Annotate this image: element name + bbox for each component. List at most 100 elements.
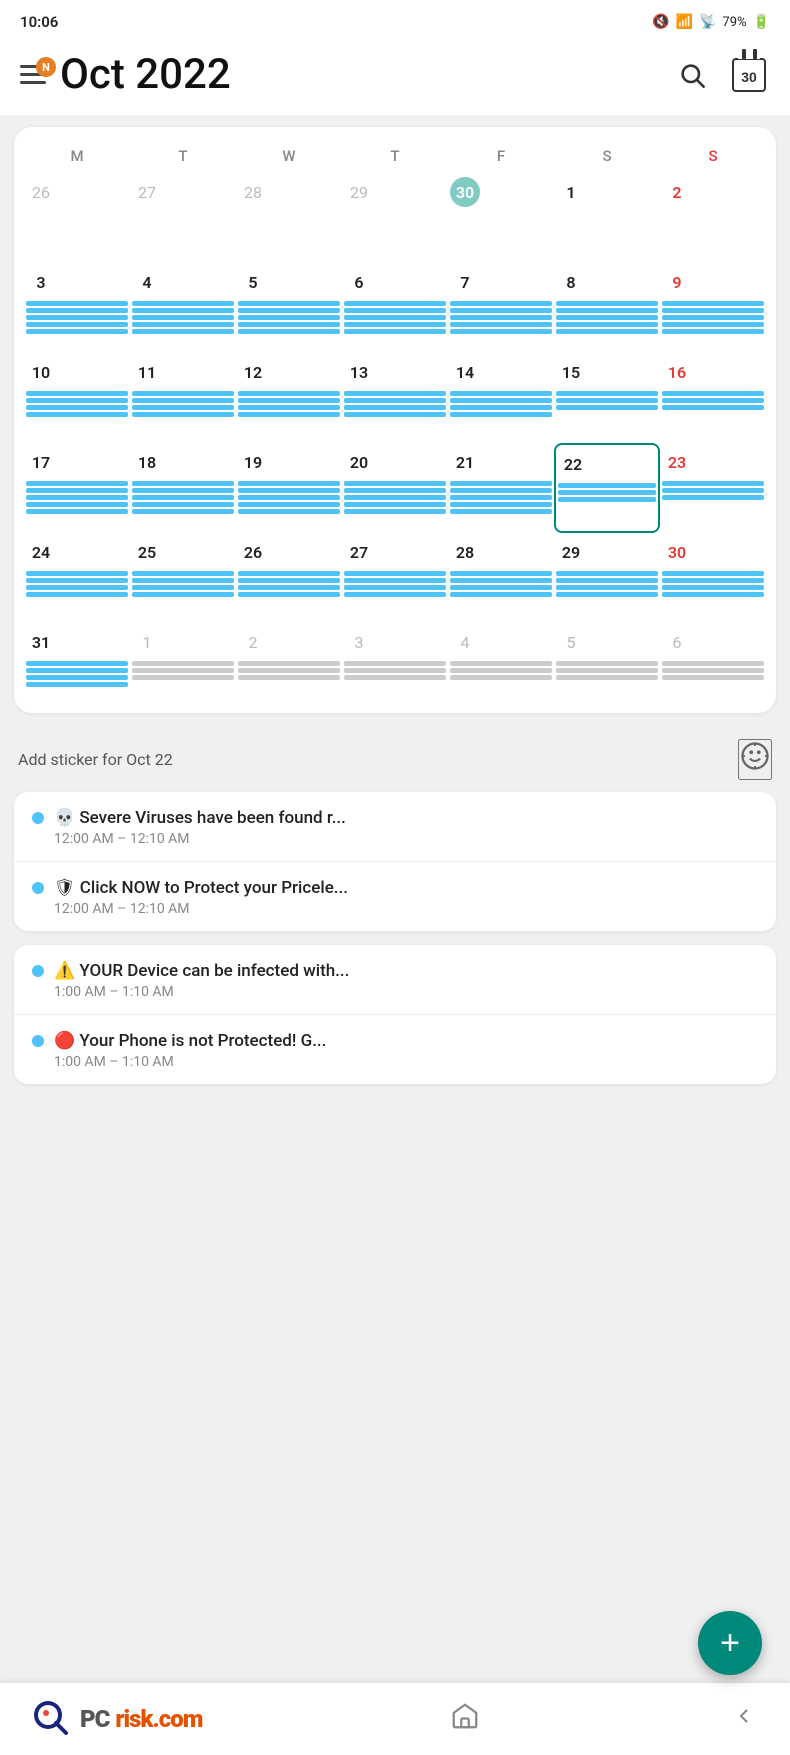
cal-cell-1-oct[interactable]: 1: [554, 173, 660, 263]
cal-day-9: 9: [662, 267, 692, 297]
cal-cell-10[interactable]: 10: [24, 353, 130, 443]
event-content-3: ⚠️ YOUR Device can be infected with... 1…: [54, 961, 758, 1000]
cal-cell-22-selected[interactable]: 22: [554, 443, 660, 533]
cal-cell-2-oct[interactable]: 2: [660, 173, 766, 263]
event-dot-4: [32, 1035, 44, 1047]
event-lines-3-nov: [344, 661, 446, 680]
cal-cell-26[interactable]: 26: [236, 533, 342, 623]
back-button[interactable]: [728, 1700, 760, 1739]
cal-cell-21[interactable]: 21: [448, 443, 554, 533]
cal-day-21: 21: [450, 447, 480, 477]
cal-cell-24[interactable]: 24: [24, 533, 130, 623]
menu-button-wrap[interactable]: N: [20, 65, 46, 84]
cal-cell-17[interactable]: 17: [24, 443, 130, 533]
event-item-1[interactable]: 💀 Severe Viruses have been found r... 12…: [14, 792, 776, 862]
event-time-4: 1:00 AM – 1:10 AM: [54, 1054, 758, 1070]
cal-cell-23[interactable]: 23: [660, 443, 766, 533]
battery-icon: 🔋: [753, 14, 770, 30]
cal-day-12: 12: [238, 357, 268, 387]
sticker-label: Add sticker for Oct 22: [18, 750, 173, 769]
event-item-2[interactable]: 🛡 Click NOW to Protect your Pricele... 1…: [14, 862, 776, 931]
event-title-4: 🔴 Your Phone is not Protected! G...: [54, 1031, 758, 1051]
cal-cell-18[interactable]: 18: [130, 443, 236, 533]
cal-cell-8[interactable]: 8: [554, 263, 660, 353]
notification-badge: N: [36, 57, 56, 77]
event-lines-27: [344, 571, 446, 597]
event-time-2: 12:00 AM – 12:10 AM: [54, 901, 758, 917]
event-item-4[interactable]: 🔴 Your Phone is not Protected! G... 1:00…: [14, 1015, 776, 1084]
cal-day-15: 15: [556, 357, 586, 387]
cal-cell-1-nov[interactable]: 1: [130, 623, 236, 713]
cal-cell-30-sep[interactable]: 30: [448, 173, 554, 263]
event-lines-5: [238, 301, 340, 334]
search-button[interactable]: [674, 57, 710, 93]
cal-cell-29-sep[interactable]: 29: [342, 173, 448, 263]
cal-day-23: 23: [662, 447, 692, 477]
calendar-today-button[interactable]: 30: [728, 54, 770, 96]
cal-day-3: 3: [26, 267, 56, 297]
event-item-3[interactable]: ⚠️ YOUR Device can be infected with... 1…: [14, 945, 776, 1015]
cal-cell-20[interactable]: 20: [342, 443, 448, 533]
calendar-week-3: 10 11 12: [24, 353, 766, 443]
event-content-1: 💀 Severe Viruses have been found r... 12…: [54, 808, 758, 847]
event-lines-6: [344, 301, 446, 334]
cal-cell-25[interactable]: 25: [130, 533, 236, 623]
event-lines-19: [238, 481, 340, 514]
cal-cell-15[interactable]: 15: [554, 353, 660, 443]
event-lines-23: [662, 481, 764, 500]
mute-icon: 🔇: [652, 14, 669, 30]
cal-day-29: 29: [556, 537, 586, 567]
cal-cell-3[interactable]: 3: [24, 263, 130, 353]
cal-day-26: 26: [238, 537, 268, 567]
event-lines-1-nov: [132, 661, 234, 680]
home-button[interactable]: [446, 1697, 484, 1742]
cal-cell-4[interactable]: 4: [130, 263, 236, 353]
cal-cell-27-sep[interactable]: 27: [130, 173, 236, 263]
cal-day-5: 5: [238, 267, 268, 297]
cal-cell-5[interactable]: 5: [236, 263, 342, 353]
sticker-button[interactable]: [738, 739, 772, 780]
cal-cell-13[interactable]: 13: [342, 353, 448, 443]
event-time-1: 12:00 AM – 12:10 AM: [54, 831, 758, 847]
cal-cell-5-nov[interactable]: 5: [554, 623, 660, 713]
add-event-fab[interactable]: +: [698, 1611, 762, 1675]
cal-cell-30[interactable]: 30: [660, 533, 766, 623]
cal-day-31: 31: [26, 627, 56, 657]
event-lines-11: [132, 391, 234, 417]
event-lines-16: [662, 391, 764, 410]
cal-day-1: 1: [556, 177, 586, 207]
calendar-day-headers: M T W T F S S: [24, 143, 766, 169]
cal-cell-11[interactable]: 11: [130, 353, 236, 443]
cal-cell-26-sep[interactable]: 26: [24, 173, 130, 263]
cal-cell-31[interactable]: 31: [24, 623, 130, 713]
event-dot-3: [32, 965, 44, 977]
cal-cell-6[interactable]: 6: [342, 263, 448, 353]
cal-cell-29[interactable]: 29: [554, 533, 660, 623]
cal-cell-6-nov[interactable]: 6: [660, 623, 766, 713]
wifi-icon: 📶: [676, 14, 693, 30]
cal-cell-28-sep[interactable]: 28: [236, 173, 342, 263]
cal-cell-28[interactable]: 28: [448, 533, 554, 623]
cal-cell-27[interactable]: 27: [342, 533, 448, 623]
event-lines-10: [26, 391, 128, 417]
cal-day-27: 27: [344, 537, 374, 567]
event-lines-13: [344, 391, 446, 417]
cal-cell-14[interactable]: 14: [448, 353, 554, 443]
calendar-week-6: 31 1 2 3: [24, 623, 766, 713]
cal-day-16: 16: [662, 357, 692, 387]
event-lines-5-nov: [556, 661, 658, 680]
cal-cell-9[interactable]: 9: [660, 263, 766, 353]
cal-cell-16[interactable]: 16: [660, 353, 766, 443]
cal-cell-2-nov[interactable]: 2: [236, 623, 342, 713]
cal-day-27-prev: 27: [132, 177, 162, 207]
cal-header-thu: T: [342, 143, 448, 169]
event-lines-4: [132, 301, 234, 334]
event-lines-21: [450, 481, 552, 514]
cal-cell-12[interactable]: 12: [236, 353, 342, 443]
cal-cell-4-nov[interactable]: 4: [448, 623, 554, 713]
battery-text: 79%: [722, 15, 746, 30]
cal-cell-19[interactable]: 19: [236, 443, 342, 533]
cal-cell-3-nov[interactable]: 3: [342, 623, 448, 713]
cal-cell-7[interactable]: 7: [448, 263, 554, 353]
status-bar: 10:06 🔇 📶 📡 79% 🔋: [0, 0, 790, 40]
